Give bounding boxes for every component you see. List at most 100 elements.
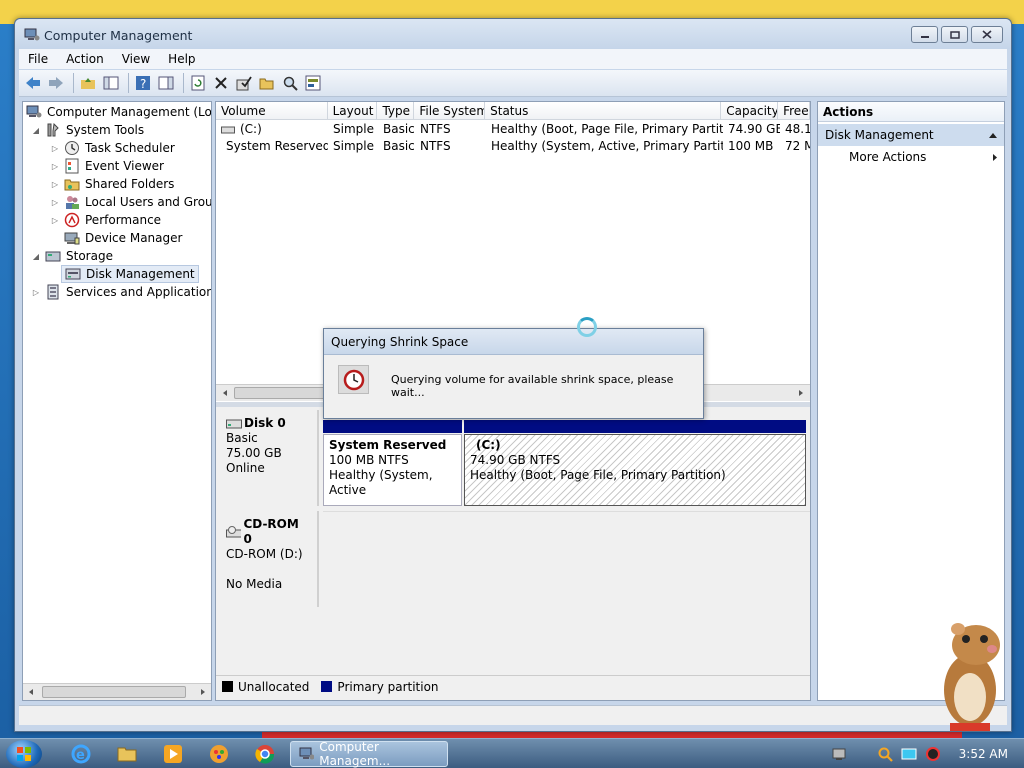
delete-button[interactable] (211, 73, 231, 93)
tree-item-label: Disk Management (86, 267, 195, 281)
disk-map: Disk 0 Basic 75.00 GB Online System Rese… (216, 407, 810, 700)
tree-item-event-viewer[interactable]: ▷ Event Viewer (50, 157, 164, 175)
close-button[interactable] (971, 26, 1003, 43)
tree-item-performance[interactable]: ▷ Performance (50, 211, 161, 229)
tree-item-shared-folders[interactable]: ▷ Shared Folders (50, 175, 174, 193)
collapse-arrow-icon[interactable]: ◢ (31, 126, 41, 135)
menu-action[interactable]: Action (57, 52, 113, 66)
expand-arrow-icon[interactable]: ▷ (50, 180, 60, 189)
show-hide-action-pane-button[interactable] (156, 73, 176, 93)
partition-size: 100 MB NTFS (329, 453, 409, 467)
column-status[interactable]: Status (485, 102, 722, 120)
network-tray-icon[interactable] (831, 746, 847, 762)
title-bar[interactable]: Computer Management (15, 19, 1011, 49)
svg-text:e: e (76, 748, 85, 763)
disk-map-legend: Unallocated Primary partition (216, 675, 810, 697)
expand-arrow-icon[interactable]: ▷ (50, 216, 60, 225)
unallocated-swatch (222, 681, 233, 692)
scroll-left-icon[interactable] (221, 389, 229, 397)
back-button[interactable] (23, 73, 43, 93)
column-file-system[interactable]: File System (414, 102, 486, 120)
partition-c[interactable]: (C:) 74.90 GB NTFS Healthy (Boot, Page F… (464, 434, 806, 506)
chrome-icon[interactable] (254, 743, 276, 765)
internet-explorer-icon[interactable]: e (70, 743, 92, 765)
media-player-icon[interactable] (162, 743, 184, 765)
scroll-thumb[interactable] (234, 387, 326, 399)
taskbar-computer-management-button[interactable]: Computer Managem... (290, 740, 448, 768)
column-capacity[interactable]: Capacity (721, 102, 779, 120)
file-explorer-icon[interactable] (116, 743, 138, 765)
scroll-thumb[interactable] (42, 686, 186, 698)
tree-item-system-tools[interactable]: ◢ System Tools (31, 121, 144, 139)
menu-view[interactable]: View (113, 52, 159, 66)
disk-properties-button[interactable] (303, 73, 323, 93)
tree-item-task-scheduler[interactable]: ▷ Task Scheduler (50, 139, 175, 157)
up-button[interactable] (78, 73, 98, 93)
disk-0-label[interactable]: Disk 0 Basic 75.00 GB Online (218, 410, 319, 506)
expand-arrow-icon[interactable]: ▷ (50, 144, 60, 153)
toolbar-separator (183, 73, 184, 93)
tree-item-storage[interactable]: ◢ Storage (31, 247, 113, 265)
minimize-button[interactable] (911, 26, 938, 43)
scroll-right-icon[interactable] (797, 389, 805, 397)
column-volume[interactable]: Volume (216, 102, 328, 120)
forward-button[interactable] (46, 73, 66, 93)
volume-layout: Simple (333, 122, 374, 136)
tree-item-disk-management[interactable]: Disk Management (61, 265, 199, 283)
search-tray-icon[interactable] (877, 746, 893, 762)
open-button[interactable] (257, 73, 277, 93)
expand-arrow-icon[interactable]: ▷ (50, 198, 60, 207)
volume-status: Healthy (System, Active, Primary Partiti… (491, 139, 723, 153)
computer-management-icon (26, 105, 42, 118)
volume-name: System Reserved (226, 139, 328, 153)
refresh-button[interactable] (188, 73, 208, 93)
toolbar-separator (128, 73, 129, 93)
tree-item-device-manager[interactable]: Device Manager (64, 229, 182, 247)
volume-row[interactable]: System Reserved Simple Basic NTFS Health… (216, 138, 810, 155)
tree-horizontal-scrollbar[interactable] (23, 683, 211, 700)
volume-tray-icon[interactable] (925, 746, 941, 762)
display-tray-icon[interactable] (901, 746, 917, 762)
column-type[interactable]: Type (377, 102, 415, 120)
tree-item-services[interactable]: ▷ Services and Applications (31, 283, 211, 301)
paint-app-icon[interactable] (208, 743, 230, 765)
expand-arrow-icon[interactable]: ▷ (31, 288, 41, 297)
search-button[interactable] (280, 73, 300, 93)
tree-item-root[interactable]: Computer Management (Local (26, 103, 211, 121)
actions-section-disk-management[interactable]: Disk Management (818, 124, 1004, 146)
storage-icon (45, 251, 61, 262)
volume-capacity: 100 MB (728, 139, 774, 153)
collapse-up-icon[interactable] (988, 132, 998, 139)
menu-help[interactable]: Help (159, 52, 204, 66)
clock[interactable]: 3:52 AM (959, 747, 1008, 761)
partition-name: (C:) (476, 438, 501, 452)
tree-item-label: System Tools (66, 123, 145, 137)
back-arrow-icon (26, 77, 40, 89)
cdrom-0-label[interactable]: CD-ROM 0 CD-ROM (D:) No Media (218, 511, 319, 607)
properties-button[interactable] (234, 73, 254, 93)
more-actions-item[interactable]: More Actions (818, 146, 1004, 168)
partition-system-reserved[interactable]: System Reserved 100 MB NTFS Healthy (Sys… (323, 434, 462, 506)
show-hide-tree-button[interactable] (101, 73, 121, 93)
scroll-left-icon[interactable] (27, 688, 35, 696)
help-icon: ? (136, 76, 150, 91)
column-layout[interactable]: Layout (328, 102, 378, 120)
disk-type: Basic (226, 431, 258, 445)
volume-name: (C:) (240, 122, 262, 136)
minimize-icon (920, 35, 929, 38)
collapse-arrow-icon[interactable]: ◢ (31, 252, 41, 261)
disk-size: 75.00 GB (226, 446, 282, 460)
cdrom-drive: CD-ROM (D:) (226, 547, 303, 561)
scroll-right-icon[interactable] (199, 688, 207, 696)
tree-item-local-users[interactable]: ▷ Local Users and Groups (50, 193, 211, 211)
column-free[interactable]: Free (778, 102, 810, 120)
menu-file[interactable]: File (19, 52, 57, 66)
help-button[interactable]: ? (133, 73, 153, 93)
start-button[interactable] (6, 740, 42, 768)
volume-capacity: 74.90 GB (728, 122, 780, 136)
status-bar (19, 705, 1007, 725)
volume-row[interactable]: (C:) Simple Basic NTFS Healthy (Boot, Pa… (216, 121, 810, 138)
expand-arrow-icon[interactable]: ▷ (50, 162, 60, 171)
maximize-button[interactable] (941, 26, 968, 43)
legend-primary: Primary partition (337, 679, 439, 694)
